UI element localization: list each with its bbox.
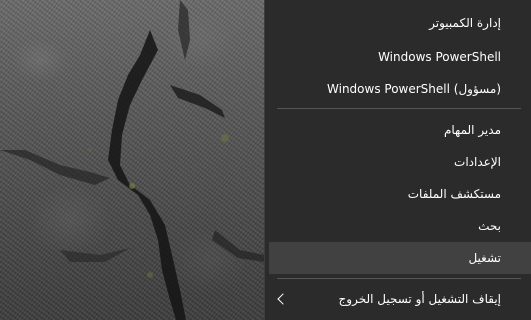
desktop-screen: إدارة الكمبيوتر Windows PowerShell Windo… bbox=[0, 0, 531, 320]
menu-item-label: الإعدادات bbox=[454, 155, 501, 169]
menu-separator bbox=[277, 108, 521, 109]
menu-item-label: تشغيل bbox=[468, 251, 501, 265]
menu-item-settings[interactable]: الإعدادات bbox=[269, 146, 531, 178]
menu-item-powershell[interactable]: Windows PowerShell bbox=[269, 41, 531, 73]
menu-separator bbox=[277, 278, 521, 279]
menu-item-label: Windows PowerShell (مسؤول) bbox=[327, 82, 501, 96]
menu-item-run[interactable]: تشغيل bbox=[269, 242, 531, 274]
chevron-left-icon bbox=[277, 293, 289, 305]
menu-item-label: مستكشف الملفات bbox=[407, 187, 501, 201]
menu-item-task-manager[interactable]: مدير المهام bbox=[269, 114, 531, 146]
menu-item-label: إدارة الكمبيوتر bbox=[429, 16, 501, 30]
menu-item-label: Windows PowerShell bbox=[378, 50, 501, 64]
menu-item-label: مدير المهام bbox=[443, 123, 501, 137]
menu-item-shutdown-signout[interactable]: إيقاف التشغيل أو تسجيل الخروج bbox=[269, 283, 531, 315]
menu-item-powershell-admin[interactable]: Windows PowerShell (مسؤول) bbox=[269, 73, 531, 105]
rock-cracks bbox=[0, 0, 264, 320]
menu-item-label: بحث bbox=[478, 219, 501, 233]
menu-item-search[interactable]: بحث bbox=[269, 210, 531, 242]
menu-item-label: إيقاف التشغيل أو تسجيل الخروج bbox=[338, 292, 501, 306]
menu-item-computer-management[interactable]: إدارة الكمبيوتر bbox=[269, 7, 531, 39]
menu-item-file-explorer[interactable]: مستكشف الملفات bbox=[269, 178, 531, 210]
desktop-wallpaper bbox=[0, 0, 264, 320]
winx-context-menu: إدارة الكمبيوتر Windows PowerShell Windo… bbox=[264, 0, 531, 320]
